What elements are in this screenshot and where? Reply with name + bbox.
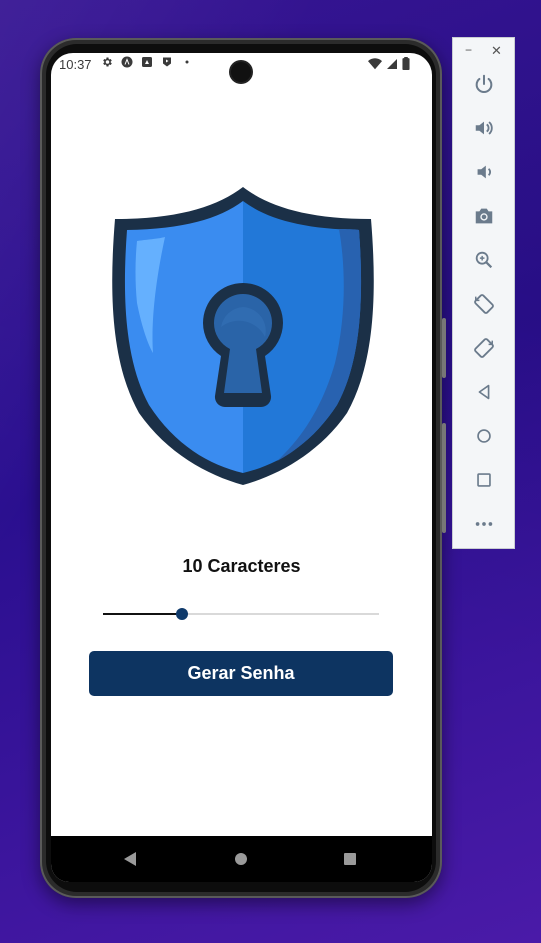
signal-icon bbox=[387, 58, 397, 69]
generate-password-button[interactable]: Gerar Senha bbox=[89, 651, 393, 696]
toolbar-window-controls: − ✕ bbox=[453, 43, 514, 59]
status-time: 10:37 bbox=[59, 57, 92, 72]
battery-icon bbox=[402, 57, 410, 70]
power-button[interactable] bbox=[472, 72, 496, 96]
rotate-right-icon bbox=[474, 338, 494, 358]
camera-icon bbox=[475, 208, 493, 224]
slider-thumb[interactable] bbox=[176, 608, 188, 620]
emulator-toolbar: − ✕ bbox=[452, 37, 515, 549]
password-length-label: 10 Caracteres bbox=[182, 556, 301, 576]
overview-icon bbox=[477, 473, 491, 487]
phone-screen: 10:37 10 Caracteres Gerar Senha bbox=[51, 53, 432, 882]
volume-up-button[interactable] bbox=[472, 116, 496, 140]
volume-up-icon bbox=[475, 121, 493, 135]
status-icons-right bbox=[368, 57, 410, 70]
home-icon bbox=[235, 853, 247, 865]
volume-down-icon bbox=[477, 165, 491, 179]
nav-back-button[interactable] bbox=[119, 848, 141, 870]
back-icon bbox=[478, 384, 490, 400]
close-button[interactable]: ✕ bbox=[491, 43, 502, 59]
status-icons-left bbox=[101, 56, 193, 68]
nav-overview-button[interactable] bbox=[339, 848, 361, 870]
overview-button[interactable] bbox=[472, 468, 496, 492]
home-icon bbox=[477, 429, 491, 443]
volume-down-button[interactable] bbox=[472, 160, 496, 184]
minimize-button[interactable]: − bbox=[465, 43, 472, 57]
home-button[interactable] bbox=[472, 424, 496, 448]
back-icon bbox=[124, 852, 136, 866]
password-length-slider[interactable] bbox=[103, 607, 379, 621]
screenshot-button[interactable] bbox=[472, 204, 496, 228]
rotate-left-button[interactable] bbox=[472, 292, 496, 316]
settings-icon bbox=[103, 57, 112, 67]
notification-play-icon bbox=[163, 57, 171, 67]
overview-icon bbox=[344, 853, 356, 865]
shield-lock-illustration bbox=[107, 183, 379, 489]
wifi-icon bbox=[368, 57, 382, 69]
rotate-right-button[interactable] bbox=[472, 336, 496, 360]
android-nav-bar bbox=[51, 836, 432, 882]
front-camera bbox=[231, 62, 251, 82]
back-button[interactable] bbox=[472, 380, 496, 404]
more-button[interactable] bbox=[472, 512, 496, 536]
rotate-left-icon bbox=[474, 294, 494, 314]
zoom-icon bbox=[475, 251, 493, 269]
power-icon bbox=[475, 74, 493, 93]
slider-active-track bbox=[103, 613, 182, 615]
zoom-button[interactable] bbox=[472, 248, 496, 272]
volume-side-button[interactable] bbox=[442, 423, 446, 533]
notification-a-icon bbox=[121, 56, 133, 68]
notification-b-icon bbox=[142, 57, 152, 67]
power-side-button[interactable] bbox=[442, 318, 446, 378]
notification-dot-icon bbox=[185, 60, 189, 64]
more-icon bbox=[475, 522, 493, 526]
nav-home-button[interactable] bbox=[230, 848, 252, 870]
